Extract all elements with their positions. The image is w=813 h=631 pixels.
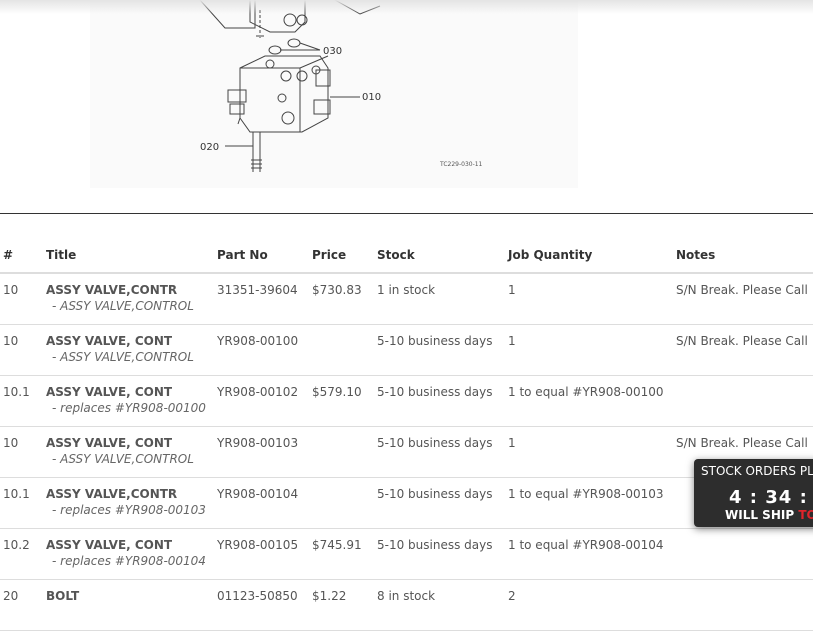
col-header-notes[interactable]: Notes [676,238,813,274]
stock-order-countdown-widget[interactable]: STOCK ORDERS PLACED 4 : 34 : 44 WILL SHI… [694,459,813,527]
section-divider [0,213,813,214]
callout-030: 030 [323,46,342,57]
row-job-quantity: 2 [508,579,676,631]
table-row[interactable]: 10.2 ASSY VALVE, CONT - replaces #YR908-0… [0,528,813,580]
row-number: 10 [0,273,46,325]
callout-020: 020 [200,142,219,153]
row-title: ASSY VALVE, CONT - ASSY VALVE,CONTROL [46,324,217,376]
row-part-no: 01123-50850 [217,579,312,631]
row-price: $1.22 [312,579,377,631]
ship-status: WILL SHIP TODAY [725,508,813,522]
row-part-no: YR908-00102 [217,375,312,427]
part-title[interactable]: BOLT [46,589,217,603]
row-job-quantity: 1 to equal #YR908-00100 [508,375,676,427]
part-title[interactable]: ASSY VALVE, CONT [46,538,217,552]
row-number: 10 [0,324,46,376]
top-shadow [0,0,813,14]
ship-day: TODAY [798,508,813,522]
row-number: 10.1 [0,375,46,427]
callout-010: 010 [362,92,381,103]
row-number: 10.1 [0,477,46,529]
row-title: ASSY VALVE, CONT - replaces #YR908-00100 [46,375,217,427]
part-title[interactable]: ASSY VALVE, CONT [46,385,217,399]
countdown-timer: 4 : 34 : 44 [729,487,813,508]
row-price [312,477,377,529]
part-subtitle: - ASSY VALVE,CONTROL [52,299,194,313]
row-stock: 5-10 business days [377,375,508,427]
part-subtitle: - replaces #YR908-00103 [52,503,206,517]
col-header-job-quantity[interactable]: Job Quantity [508,238,676,274]
part-subtitle: - replaces #YR908-00100 [52,401,206,415]
row-notes [676,375,813,427]
row-price [312,426,377,478]
parts-diagram: 030 010 020 TC229-030-11 [90,0,578,188]
row-stock: 5-10 business days [377,477,508,529]
col-header-title[interactable]: Title [46,238,217,274]
table-row[interactable]: 10.1 ASSY VALVE,CONTR - replaces #YR908-0… [0,477,813,529]
row-job-quantity: 1 to equal #YR908-00104 [508,528,676,580]
row-stock: 5-10 business days [377,528,508,580]
row-notes [676,528,813,580]
table-row[interactable]: 10 ASSY VALVE, CONT - ASSY VALVE,CONTROL … [0,324,813,376]
col-header-stock[interactable]: Stock [377,238,508,274]
row-price: $730.83 [312,273,377,325]
table-row[interactable]: 20 BOLT 01123-50850 $1.22 8 in stock 2 [0,579,813,631]
col-header-number[interactable]: # [0,238,46,274]
part-subtitle: - replaces #YR908-00104 [52,554,206,568]
row-job-quantity: 1 [508,273,676,325]
row-number: 20 [0,579,46,631]
ship-label: WILL SHIP [725,508,795,522]
row-notes: S/N Break. Please Call [676,273,813,325]
row-title: BOLT [46,579,217,631]
row-price: $745.91 [312,528,377,580]
row-stock: 8 in stock [377,579,508,631]
col-header-part-no[interactable]: Part No [217,238,312,274]
row-number: 10 [0,426,46,478]
part-title[interactable]: ASSY VALVE, CONT [46,436,217,450]
parts-table: # Title Part No Price Stock Job Quantity… [0,238,813,631]
row-job-quantity: 1 to equal #YR908-00103 [508,477,676,529]
row-title: ASSY VALVE,CONTR - replaces #YR908-00103 [46,477,217,529]
row-price: $579.10 [312,375,377,427]
row-part-no: YR908-00104 [217,477,312,529]
part-title[interactable]: ASSY VALVE,CONTR [46,487,217,501]
part-subtitle: - ASSY VALVE,CONTROL [52,350,194,364]
parts-diagram-area: 030 010 020 TC229-030-11 [0,0,813,213]
part-title[interactable]: ASSY VALVE, CONT [46,334,217,348]
row-title: ASSY VALVE,CONTR - ASSY VALVE,CONTROL [46,273,217,325]
table-header-row: # Title Part No Price Stock Job Quantity… [0,238,813,274]
row-stock: 5-10 business days [377,324,508,376]
row-title: ASSY VALVE, CONT - replaces #YR908-00104 [46,528,217,580]
row-number: 10.2 [0,528,46,580]
figure-code: TC229-030-11 [439,161,483,168]
row-stock: 1 in stock [377,273,508,325]
row-part-no: YR908-00100 [217,324,312,376]
table-row[interactable]: 10 ASSY VALVE, CONT - ASSY VALVE,CONTROL … [0,426,813,478]
col-header-price[interactable]: Price [312,238,377,274]
row-price [312,324,377,376]
stock-widget-heading: STOCK ORDERS PLACED [701,464,813,478]
row-job-quantity: 1 [508,324,676,376]
part-title[interactable]: ASSY VALVE,CONTR [46,283,217,297]
part-subtitle: - ASSY VALVE,CONTROL [52,452,194,466]
row-part-no: YR908-00105 [217,528,312,580]
row-notes [676,579,813,631]
row-stock: 5-10 business days [377,426,508,478]
row-notes: S/N Break. Please Call [676,324,813,376]
exploded-view-drawing: 030 010 020 TC229-030-11 [199,0,483,172]
table-row[interactable]: 10.1 ASSY VALVE, CONT - replaces #YR908-0… [0,375,813,427]
row-job-quantity: 1 [508,426,676,478]
table-row[interactable]: 10 ASSY VALVE,CONTR - ASSY VALVE,CONTROL … [0,273,813,325]
row-title: ASSY VALVE, CONT - ASSY VALVE,CONTROL [46,426,217,478]
row-part-no: YR908-00103 [217,426,312,478]
row-part-no: 31351-39604 [217,273,312,325]
